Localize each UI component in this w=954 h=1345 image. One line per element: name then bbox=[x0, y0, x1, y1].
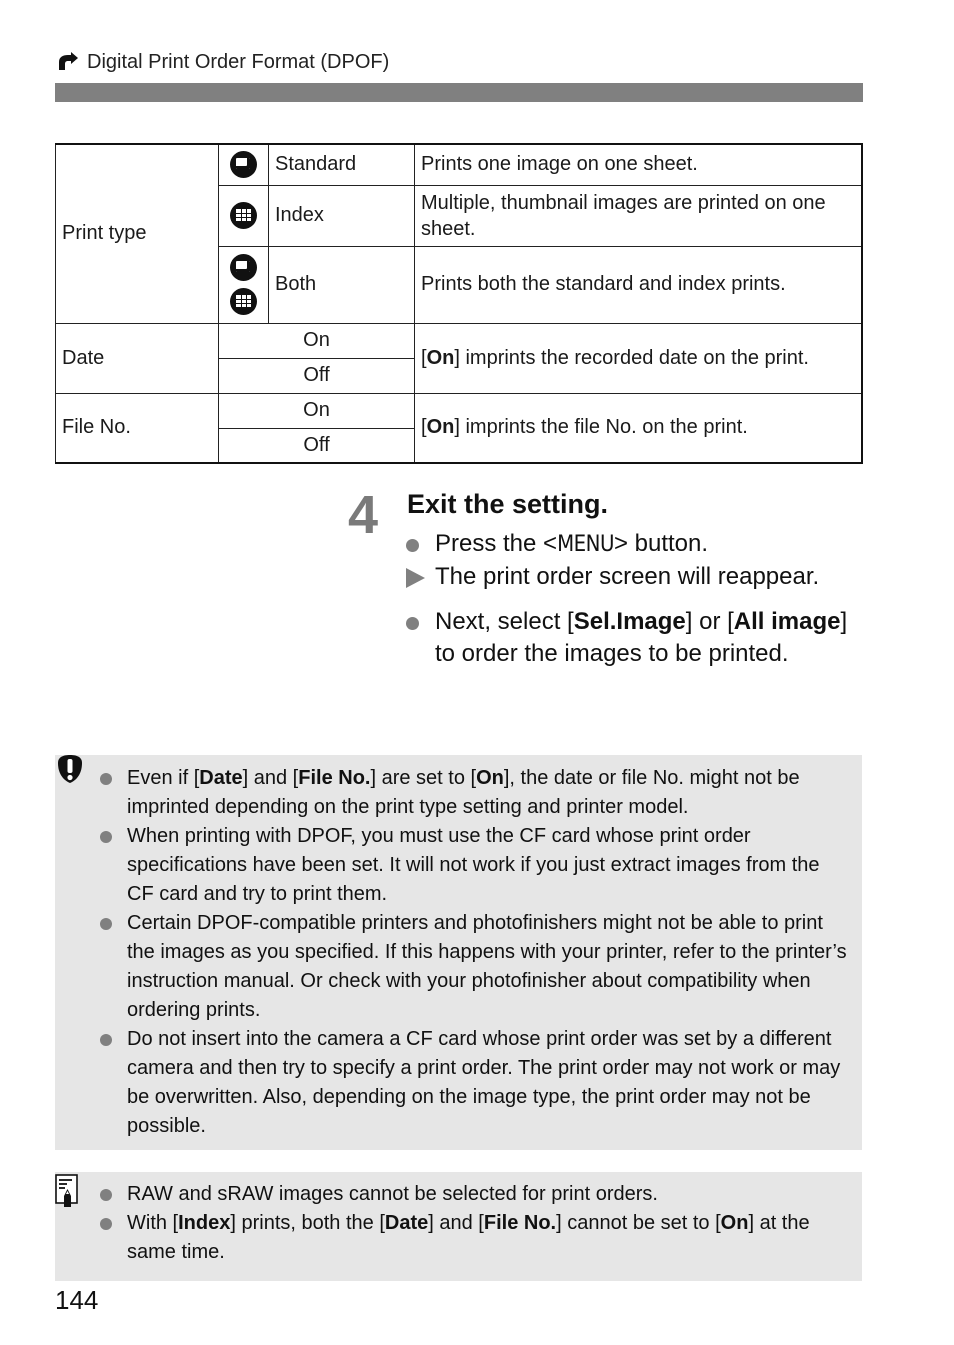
menu-button-glyph: MENU bbox=[557, 532, 614, 557]
text: Even if [ bbox=[127, 767, 200, 789]
file-no-on-option: On bbox=[218, 392, 415, 429]
caution-item: Do not insert into the camera a CF card … bbox=[100, 1025, 850, 1141]
note-item: With [Index] prints, both the [Date] and… bbox=[100, 1209, 850, 1267]
result-text: The print order screen will reappear. bbox=[435, 563, 820, 590]
bold-term: File No. bbox=[483, 1212, 557, 1234]
instruction-text: Next, select [ bbox=[435, 608, 574, 635]
date-label: Date bbox=[55, 322, 219, 394]
text: Certain DPOF-compatible printers and pho… bbox=[127, 912, 847, 1021]
caution-item: When printing with DPOF, you must use th… bbox=[100, 822, 850, 909]
text: ] are set to [ bbox=[370, 767, 477, 789]
bullet-icon bbox=[406, 539, 419, 552]
table-row: Print type Standard Prints one image on … bbox=[55, 143, 863, 324]
table-row: Date On [On] imprints the recorded date … bbox=[55, 322, 863, 394]
header-divider-bar bbox=[55, 83, 863, 102]
caution-item: Certain DPOF-compatible printers and pho… bbox=[100, 909, 850, 1025]
instruction-item: Press the <MENU> button. bbox=[405, 528, 865, 561]
icon-cell bbox=[218, 143, 269, 186]
bold-term: All image bbox=[733, 608, 841, 635]
date-description: [On] imprints the recorded date on the p… bbox=[414, 322, 863, 394]
note-item: RAW and sRAW images cannot be selected f… bbox=[100, 1180, 850, 1209]
bullet-icon bbox=[100, 918, 112, 930]
bold-term: Date bbox=[384, 1212, 429, 1234]
option-description: Multiple, thumbnail images are printed o… bbox=[414, 184, 863, 247]
text: RAW and sRAW images cannot be selected f… bbox=[127, 1183, 658, 1205]
text: ] prints, both the [ bbox=[230, 1212, 385, 1234]
bold-term: Index bbox=[178, 1212, 231, 1234]
option-description: Prints both the standard and index print… bbox=[414, 245, 863, 324]
index-print-icon bbox=[230, 288, 257, 315]
caution-box: Even if [Date] and [File No.] are set to… bbox=[55, 755, 862, 1150]
instruction-text: ] or [ bbox=[685, 608, 734, 635]
text: ] and [ bbox=[428, 1212, 484, 1234]
icon-cell bbox=[218, 184, 269, 247]
option-name: Both bbox=[268, 245, 415, 324]
bullet-icon bbox=[100, 773, 112, 785]
bold-term: Date bbox=[199, 767, 243, 789]
option-name: Standard bbox=[268, 143, 415, 186]
note-box: RAW and sRAW images cannot be selected f… bbox=[55, 1172, 862, 1281]
index-print-icon bbox=[230, 202, 257, 229]
bullet-icon bbox=[406, 617, 419, 630]
text: With [ bbox=[127, 1212, 179, 1234]
icon-cell bbox=[218, 245, 269, 324]
text: When printing with DPOF, you must use th… bbox=[127, 825, 820, 905]
print-arrow-icon bbox=[59, 52, 78, 70]
text: Do not insert into the camera a CF card … bbox=[127, 1028, 841, 1137]
note-list: RAW and sRAW images cannot be selected f… bbox=[100, 1180, 850, 1267]
standard-print-icon bbox=[230, 151, 257, 179]
bold-term: Sel.Image bbox=[573, 608, 686, 635]
date-off-option: Off bbox=[218, 357, 415, 394]
table-row: File No. On [On] imprints the file No. o… bbox=[55, 392, 863, 464]
caution-list: Even if [Date] and [File No.] are set to… bbox=[100, 764, 850, 1141]
file-no-description: [On] imprints the file No. on the print. bbox=[414, 392, 863, 464]
file-no-off-option: Off bbox=[218, 427, 415, 464]
instruction-text: Press the < bbox=[435, 530, 558, 557]
desc-text: imprints the file No. on the print. bbox=[459, 416, 748, 439]
option-description: Prints one image on one sheet. bbox=[414, 143, 863, 186]
bold-term: On bbox=[476, 767, 504, 789]
bullet-icon bbox=[100, 1218, 112, 1230]
bullet-icon bbox=[100, 831, 112, 843]
result-arrow-icon bbox=[406, 568, 425, 588]
option-name: Index bbox=[268, 184, 415, 247]
result-item: The print order screen will reappear. bbox=[405, 561, 865, 593]
desc-text: imprints the recorded date on the print. bbox=[459, 346, 809, 369]
instruction-text: > button. bbox=[613, 530, 709, 557]
bullet-icon bbox=[100, 1189, 112, 1201]
print-type-label: Print type bbox=[55, 143, 219, 324]
bold-term: File No. bbox=[298, 767, 371, 789]
file-no-label: File No. bbox=[55, 392, 219, 464]
caution-exclamation-icon bbox=[58, 755, 82, 783]
section-title: Digital Print Order Format (DPOF) bbox=[87, 50, 390, 73]
bold-term: On bbox=[720, 1212, 749, 1234]
dpof-settings-table: Print type Standard Prints one image on … bbox=[55, 143, 863, 464]
step-instructions: Press the <MENU> button. The print order… bbox=[405, 528, 865, 670]
caution-item: Even if [Date] and [File No.] are set to… bbox=[100, 764, 850, 822]
page-header: Digital Print Order Format (DPOF) bbox=[57, 50, 389, 74]
text: ] cannot be set to [ bbox=[556, 1212, 721, 1234]
text: ] and [ bbox=[242, 767, 299, 789]
bold-term: On bbox=[426, 416, 455, 439]
step-number: 4 bbox=[348, 485, 379, 545]
memo-pencil-icon bbox=[55, 1174, 78, 1207]
bullet-icon bbox=[100, 1034, 112, 1046]
date-on-option: On bbox=[218, 322, 415, 359]
step-title: Exit the setting. bbox=[407, 489, 609, 519]
instruction-item: Next, select [Sel.Image] or [All image] … bbox=[405, 606, 865, 670]
standard-print-icon bbox=[230, 254, 257, 281]
page-number: 144 bbox=[55, 1285, 99, 1315]
bold-term: On bbox=[426, 346, 455, 369]
